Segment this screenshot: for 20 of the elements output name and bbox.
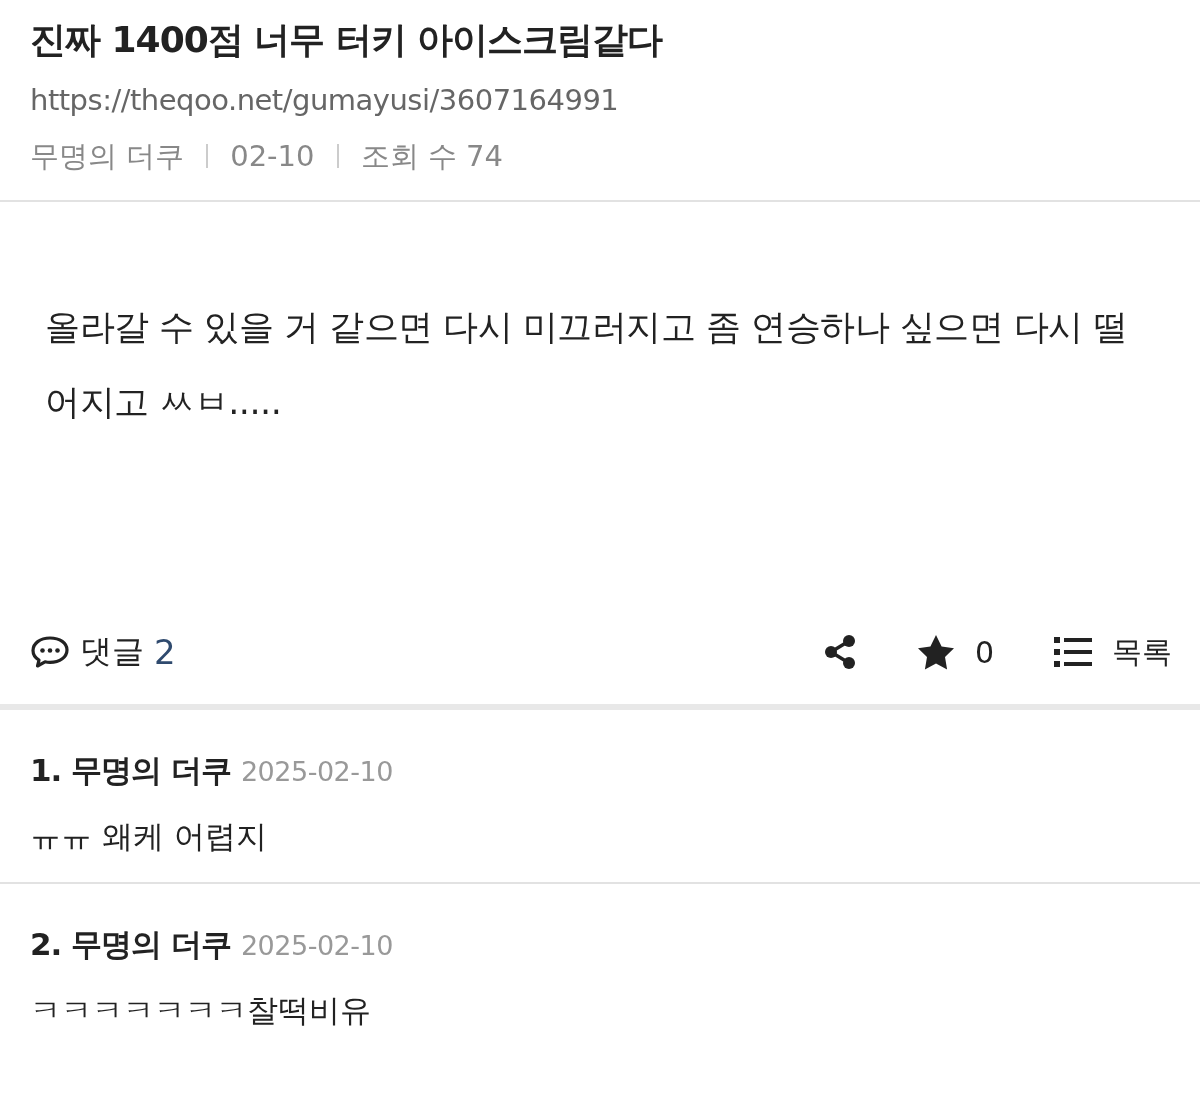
comment-author: 2. 무명의 더쿠 [30,925,231,964]
post-title: 진짜 1400점 너무 터키 아이스크림같다 [30,18,664,62]
post-meta-text: 조회 수 74 [360,138,503,175]
comment-date: 2025-02-10 [240,930,393,961]
comment-text: ㅋㅋㅋㅋㅋㅋㅋ찰떡비유 [30,991,372,1030]
speech-bubble-icon [30,635,70,669]
post-meta-text: 02-10 [230,138,315,175]
post-url-link[interactable]: https://theqoo.net/gumayusi/3607164991 [30,78,1170,122]
list-icon[interactable] [1054,637,1092,667]
post-meta-text: 무명의 더쿠 [30,138,185,175]
share-icon[interactable] [822,634,857,670]
star-count: 0 [974,634,994,670]
comments-label[interactable]: 댓글 [80,630,144,674]
comment-author: 1. 무명의 더쿠 [30,751,231,790]
comment-text: ㅠㅠ 왜케 어렵지 [30,817,268,856]
post-body-text: 올라갈 수 있을 거 같으면 다시 미끄러지고 좀 연승하나 싶으면 다시 떨어지고 ㅆㅂ..... [45,306,1129,424]
comments-count: 2 [154,632,176,672]
comment-date: 2025-02-10 [240,756,393,787]
list-label[interactable]: 목록 [1112,631,1172,673]
star-icon[interactable] [916,634,955,670]
